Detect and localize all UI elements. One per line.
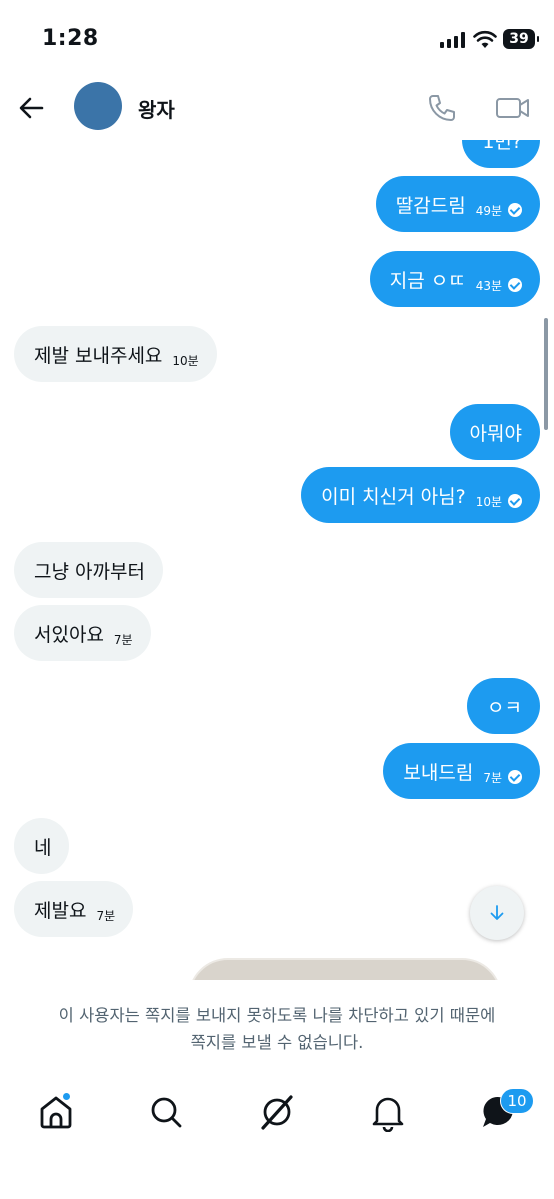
message-text: 딸감드림 (395, 194, 466, 217)
message-text: 네 (34, 836, 52, 859)
read-check-icon (508, 203, 522, 217)
bell-icon[interactable] (368, 1092, 408, 1132)
message-time: 7분 (113, 632, 133, 647)
message-text: 지금 ㅇㄸ (389, 269, 466, 292)
message-bubble-incoming[interactable]: 제발요 7분 (14, 881, 134, 937)
arrow-down-icon (490, 905, 504, 920)
blocked-notice: 이 사용자는 쪽지를 보내지 못하도록 나를 차단하고 있기 때문에 쪽지를 보… (0, 980, 554, 1070)
message-text: 제발 보내주세요 (34, 344, 163, 367)
message-time: 7분 (483, 770, 502, 785)
wifi-icon (473, 30, 497, 48)
message-text: ㅇㅋ (487, 696, 522, 719)
message-text: 이미 치신거 아님? (321, 485, 466, 508)
message-text: 1번? (482, 140, 522, 153)
messages-badge: 10 (500, 1088, 534, 1114)
message-text: 제발요 (34, 899, 87, 922)
contact-name[interactable]: 왕자 (138, 94, 175, 123)
message-time: 49분 (475, 203, 502, 218)
message-bubble-outgoing[interactable]: ㅇㅋ (467, 678, 540, 734)
message-time: 7분 (96, 908, 116, 923)
message-list[interactable]: 1번? 딸감드림 49분 지금 ㅇㄸ 43분 제발 보내주세요 10분 아뭐야 … (0, 140, 554, 980)
home-notification-dot (62, 1092, 71, 1101)
conversation-header: 왕자 (0, 80, 554, 140)
battery-indicator: 39 (503, 29, 539, 49)
status-bar: 1:28 39 (0, 0, 554, 80)
avatar[interactable] (74, 82, 122, 130)
bottom-tab-bar (0, 1070, 554, 1199)
message-bubble-incoming[interactable]: 네 (14, 818, 70, 874)
signal-icon (440, 32, 465, 48)
message-bubble-incoming[interactable]: 제발 보내주세요 10분 (14, 326, 217, 382)
message-text: 보내드림 (403, 761, 474, 784)
message-bubble-outgoing[interactable]: 딸감드림 49분 (375, 176, 540, 232)
message-time: 10분 (172, 353, 199, 368)
message-time: 43분 (475, 278, 502, 293)
read-check-icon (508, 494, 522, 508)
status-time: 1:28 (42, 26, 99, 51)
blocked-notice-line-1: 이 사용자는 쪽지를 보내지 못하도록 나를 차단하고 있기 때문에 (58, 1006, 496, 1025)
message-text: 아뭐야 (469, 422, 522, 445)
blocked-notice-line-2: 쪽지를 보낼 수 없습니다. (190, 1033, 364, 1052)
message-time: 10분 (475, 494, 502, 509)
message-bubble-incoming[interactable]: 서있아요 7분 (14, 605, 151, 661)
message-text: 서있아요 (34, 623, 104, 646)
grok-icon[interactable] (257, 1092, 297, 1132)
message-bubble-outgoing[interactable]: 지금 ㅇㄸ 43분 (369, 251, 540, 307)
message-bubble-outgoing[interactable]: 1번? (462, 140, 540, 168)
message-bubble-outgoing[interactable]: 이미 치신거 아님? 10분 (301, 467, 540, 523)
scroll-to-bottom-button[interactable] (470, 886, 524, 940)
message-bubble-outgoing[interactable]: 보내드림 7분 (383, 743, 540, 799)
message-text: 그냥 아까부터 (34, 560, 145, 583)
scrollbar[interactable] (544, 318, 548, 430)
read-check-icon (508, 770, 522, 784)
message-bubble-incoming[interactable]: 그냥 아까부터 (14, 542, 163, 598)
search-icon[interactable] (146, 1092, 186, 1132)
back-arrow-icon[interactable] (14, 90, 50, 126)
video-call-icon[interactable] (494, 90, 532, 126)
message-bubble-outgoing[interactable]: 아뭐야 (449, 404, 540, 460)
phone-icon[interactable] (424, 90, 460, 126)
read-check-icon (508, 278, 522, 292)
